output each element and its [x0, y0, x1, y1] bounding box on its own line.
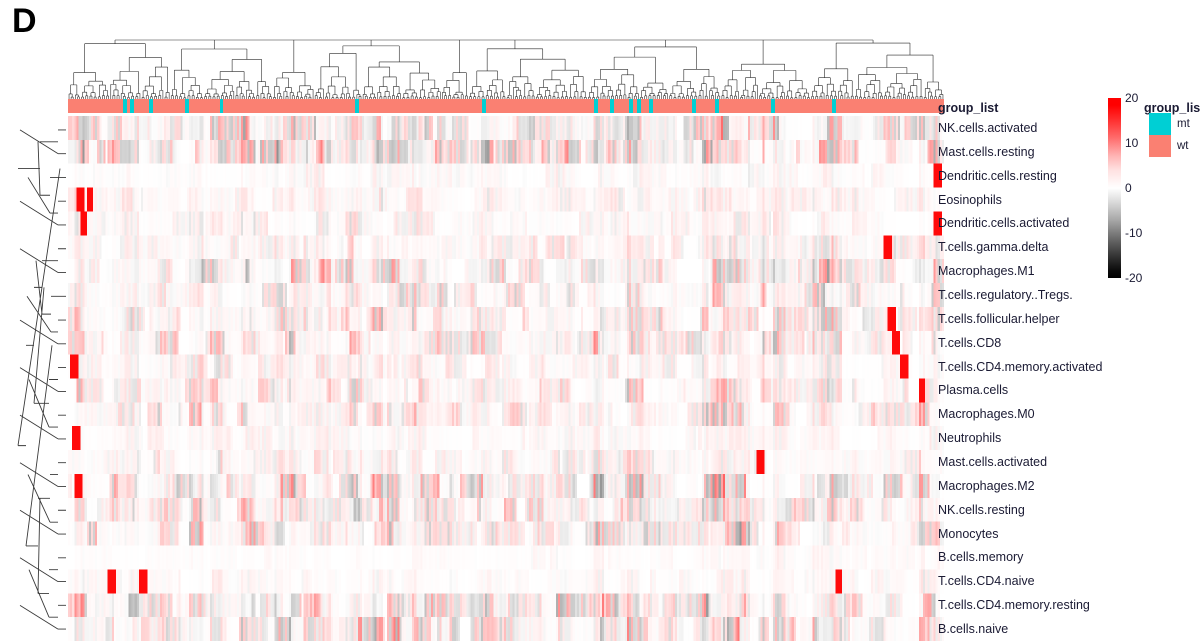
color-scale-bar	[1108, 98, 1121, 278]
row-label: Macrophages.M1	[938, 264, 1035, 279]
row-dendrogram-svg	[12, 118, 66, 641]
row-label: T.cells.CD4.memory.activated	[938, 359, 1103, 374]
annotation-mark-mt	[123, 99, 128, 113]
row-label: T.cells.gamma.delta	[938, 240, 1049, 255]
annotation-mark-mt	[219, 99, 224, 113]
color-scale-tick: -20	[1125, 271, 1143, 285]
heatmap-canvas	[68, 116, 944, 641]
row-label: T.cells.CD4.memory.resting	[938, 598, 1090, 613]
annotation-mark-mt	[771, 99, 776, 113]
annotation-mark-mt	[355, 99, 360, 113]
row-label: NK.cells.resting	[938, 502, 1025, 517]
annotation-mark-mt	[482, 99, 487, 113]
annotation-mark-mt	[148, 99, 153, 113]
annotation-mark-mt	[831, 99, 836, 113]
row-label: B.cells.naive	[938, 622, 1009, 637]
column-dendrogram-svg	[68, 37, 944, 99]
row-label: Eosinophils	[938, 192, 1002, 207]
annotation-mark-mt	[185, 99, 190, 113]
annotation-mark-mt	[610, 99, 615, 113]
group-legend-swatch-wt[interactable]	[1149, 135, 1171, 157]
annotation-mark-mt	[715, 99, 720, 113]
heatmap-body	[68, 116, 944, 641]
column-dendrogram	[68, 37, 944, 99]
row-label: Mast.cells.resting	[938, 144, 1035, 159]
annotation-mark-mt	[628, 99, 633, 113]
color-scale-tick: -10	[1125, 226, 1143, 240]
annotation-mark-mt	[691, 99, 696, 113]
row-label: Dendritic.cells.activated	[938, 216, 1070, 231]
row-label: Mast.cells.activated	[938, 455, 1048, 470]
row-label: T.cells.follicular.helper	[938, 311, 1060, 326]
annotation-mark-mt	[130, 99, 135, 113]
annotation-mark-mt	[648, 99, 653, 113]
row-label-group: NK.cells.activated Mast.cells.resting Dend…	[938, 116, 1188, 641]
row-label: Monocytes	[938, 526, 999, 541]
row-label: Dendritic.cells.resting	[938, 168, 1057, 183]
annotation-mark-mt	[593, 99, 598, 113]
row-label: T.cells.regulatory..Tregs.	[938, 287, 1073, 302]
group-legend-label: wt	[1177, 140, 1189, 152]
group-legend-swatch-mt[interactable]	[1149, 113, 1171, 135]
panel-label: D	[12, 2, 37, 40]
row-label: Neutrophils	[938, 431, 1002, 446]
row-label: B.cells.memory	[938, 550, 1024, 565]
group-legend-label: mt	[1177, 118, 1190, 130]
color-scale-tick: 20	[1125, 91, 1139, 105]
color-scale-tick: 0	[1125, 181, 1132, 195]
row-dendrogram	[12, 118, 66, 641]
row-label: Macrophages.M0	[938, 407, 1035, 422]
column-annotation-bar	[68, 99, 944, 113]
column-annotation-label: group_list	[938, 101, 999, 115]
row-label: T.cells.CD8	[938, 335, 1002, 350]
row-label: NK.cells.activated	[938, 120, 1038, 135]
row-label: T.cells.CD4.naive	[938, 574, 1035, 589]
color-scale-tick: 10	[1125, 136, 1139, 150]
row-label: Plasma.cells	[938, 383, 1009, 398]
annotation-mark-mt	[637, 99, 642, 113]
row-label: Macrophages.M2	[938, 478, 1035, 493]
